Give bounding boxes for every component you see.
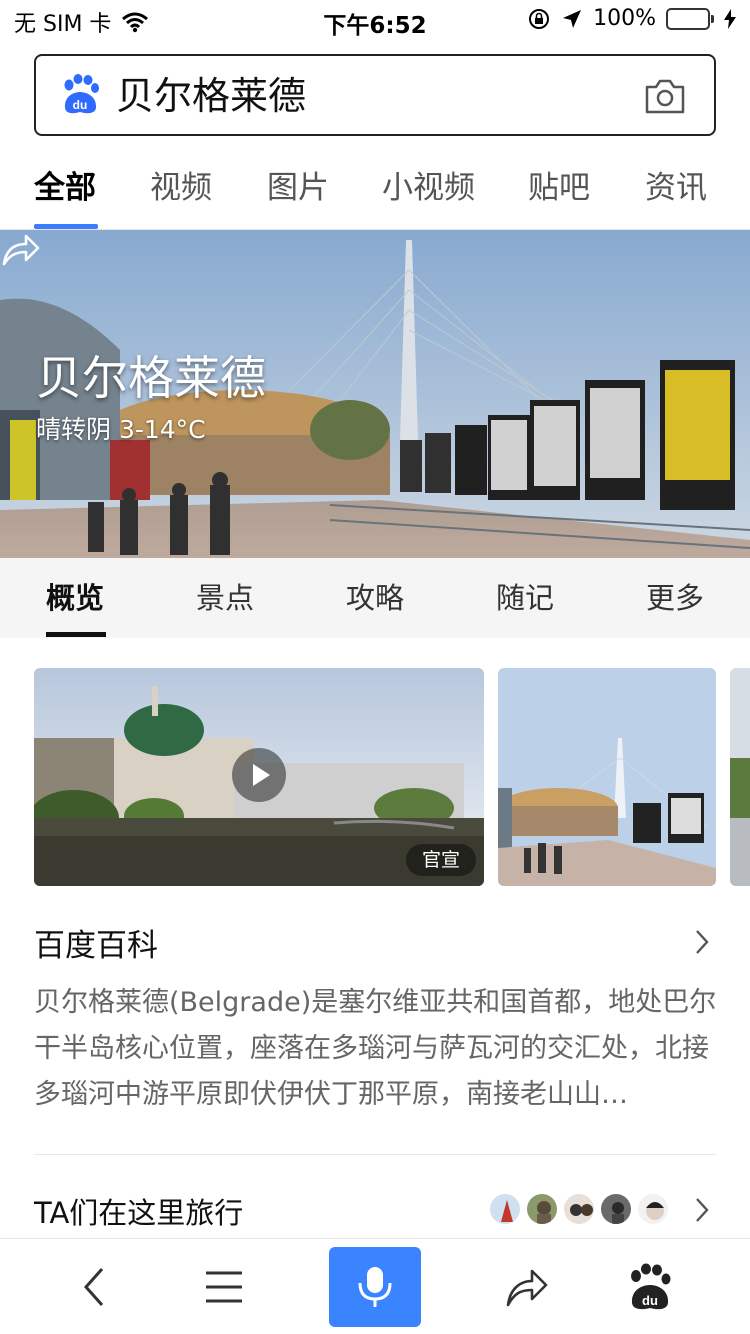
official-badge: 官宣 <box>405 844 476 876</box>
avatar <box>599 1192 633 1226</box>
baike-title[interactable]: 百度百科 <box>34 920 158 965</box>
bridge-photo <box>498 668 716 886</box>
baidu-paw-icon: du <box>64 74 99 114</box>
search-box[interactable]: du 贝尔格莱德 <box>34 54 716 136</box>
tab-short-video[interactable]: 小视频 <box>382 168 475 208</box>
official-video-card[interactable]: 官宣 <box>34 668 484 886</box>
camera-icon[interactable] <box>644 76 686 116</box>
hero-banner[interactable]: 贝尔格莱德 晴转阴 3-14°C <box>0 230 750 558</box>
back-chevron-icon[interactable] <box>72 1263 120 1311</box>
next-photo-card-peek[interactable] <box>730 668 750 886</box>
orientation-lock-icon <box>529 8 550 29</box>
chevron-right-icon[interactable] <box>692 1196 712 1224</box>
hero-weather: 晴转阴 3-14°C <box>36 415 206 444</box>
chevron-right-icon[interactable] <box>692 928 712 956</box>
tab-news[interactable]: 资讯 <box>645 168 707 208</box>
battery-icon <box>666 7 714 30</box>
active-subtab-indicator <box>46 632 106 637</box>
section-divider <box>34 1154 716 1155</box>
tab-all[interactable]: 全部 <box>34 168 96 208</box>
share-icon[interactable] <box>0 230 42 268</box>
tab-images[interactable]: 图片 <box>267 168 329 208</box>
avatar <box>488 1192 522 1226</box>
baike-description[interactable]: 贝尔格莱德(Belgrade)是塞尔维亚共和国首都，地处巴尔干半岛核心位置，座落… <box>34 980 718 1118</box>
city-sub-tabs: 概览 景点 攻略 随记 更多 <box>0 558 750 638</box>
svg-text:du: du <box>642 1293 658 1308</box>
play-button[interactable] <box>232 748 286 802</box>
voice-search-button[interactable] <box>329 1247 421 1327</box>
status-right: 100% <box>527 6 736 31</box>
photo-card[interactable] <box>498 668 716 886</box>
hero-title: 贝尔格莱德 <box>36 351 266 405</box>
microphone-icon <box>358 1267 392 1307</box>
active-tab-indicator <box>34 224 98 229</box>
status-bar: 无 SIM 卡 下午6:52 100% <box>0 0 750 40</box>
avatar <box>636 1192 670 1226</box>
play-icon <box>253 764 270 786</box>
subtab-notes[interactable]: 随记 <box>496 578 554 618</box>
bottom-toolbar: du <box>0 1238 750 1334</box>
baidu-paw-icon[interactable]: du <box>626 1263 674 1311</box>
tab-tieba[interactable]: 贴吧 <box>528 168 590 208</box>
search-tabs: 全部 视频 图片 小视频 贴吧 资讯 <box>0 150 750 230</box>
share-icon[interactable] <box>502 1263 550 1311</box>
subtab-guides[interactable]: 攻略 <box>346 578 404 618</box>
location-arrow-icon <box>563 9 582 28</box>
hamburger-menu-icon[interactable] <box>200 1263 248 1311</box>
tab-video[interactable]: 视频 <box>150 168 212 208</box>
avatar <box>562 1192 596 1226</box>
traveler-avatars[interactable] <box>488 1192 673 1226</box>
subtab-more[interactable]: 更多 <box>646 578 704 618</box>
svg-text:du: du <box>73 98 88 112</box>
subtab-overview[interactable]: 概览 <box>46 578 104 618</box>
avatar <box>525 1192 559 1226</box>
subtab-sights[interactable]: 景点 <box>196 578 254 618</box>
search-query[interactable]: 贝尔格莱德 <box>116 72 306 120</box>
travel-title[interactable]: TA们在这里旅行 <box>34 1190 243 1232</box>
charging-bolt-icon <box>724 8 736 29</box>
next-photo <box>730 668 750 886</box>
battery-percent: 100% <box>593 6 656 31</box>
